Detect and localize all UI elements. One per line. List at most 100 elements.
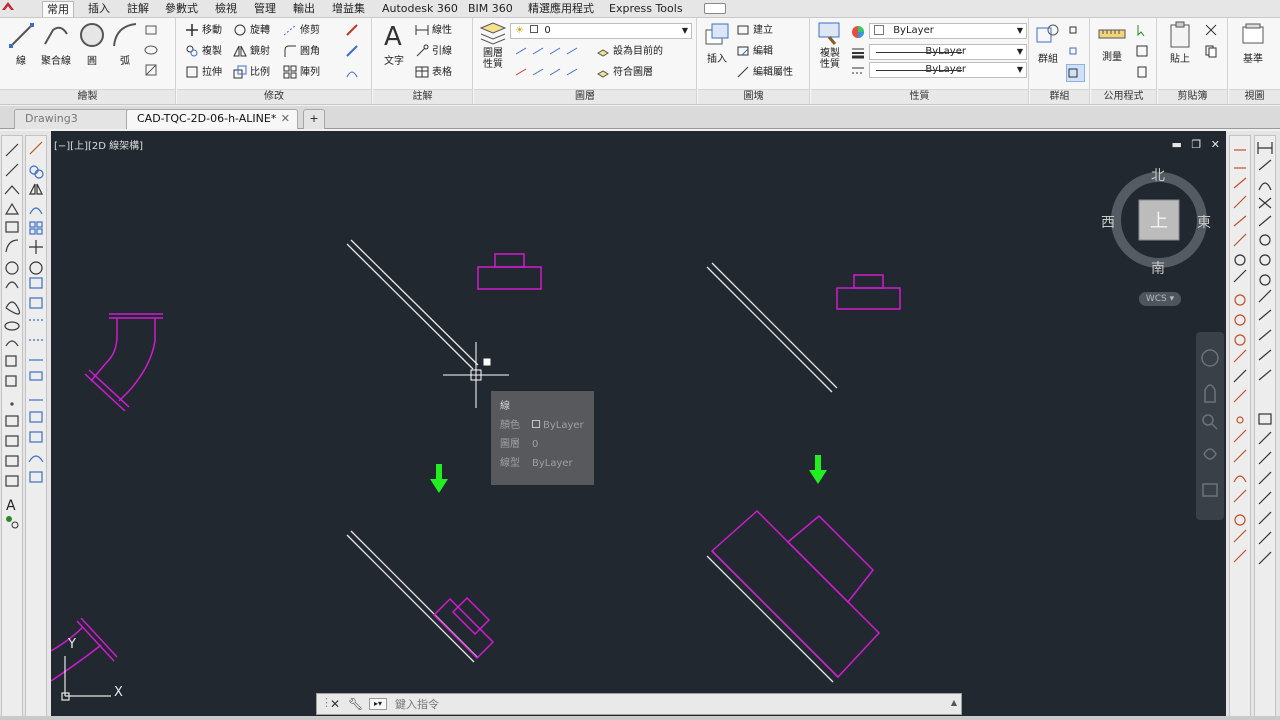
insert-block-button[interactable]: 插入 <box>700 20 734 65</box>
close-icon[interactable]: ✕ <box>330 697 340 711</box>
panel-title-clipboard[interactable]: 剪貼簿 <box>1158 89 1227 104</box>
tab-express-tools[interactable]: Express Tools <box>605 1 687 17</box>
tooltip-color-swatch <box>532 420 540 428</box>
elbow-fitting-1[interactable] <box>84 313 163 412</box>
color-dropdown[interactable]: ByLayer ▼ <box>869 23 1027 39</box>
panel-title-utilities[interactable]: 公用程式 <box>1091 89 1156 104</box>
panel-title-groups[interactable]: 群組 <box>1030 89 1089 104</box>
tab-insert[interactable]: 插入 <box>84 1 114 17</box>
text-button[interactable]: A 文字 <box>377 20 411 67</box>
offset-button[interactable] <box>345 64 362 82</box>
rectangle-button[interactable] <box>144 22 161 40</box>
copy-clip-button[interactable] <box>1204 43 1221 61</box>
select-all-button[interactable] <box>1135 22 1152 40</box>
edit-attributes-button[interactable]: 編輯屬性 <box>736 64 793 82</box>
line-button[interactable]: 線 <box>4 20 38 67</box>
rotate-button[interactable]: 旋轉 <box>233 22 270 40</box>
tab-autodesk360[interactable]: Autodesk 360 <box>378 1 462 17</box>
panel-title-modify[interactable]: 修改 <box>177 89 371 104</box>
base-view-button[interactable]: 基準 <box>1235 20 1271 65</box>
fillet-button[interactable]: 圓角 <box>283 43 320 61</box>
layer-tools-row2[interactable] <box>514 64 582 82</box>
panel-title-block[interactable]: 圖塊 <box>698 89 809 104</box>
panel-title-view[interactable]: 視圖 <box>1229 89 1280 104</box>
ellipse-button[interactable] <box>144 42 161 60</box>
viewcube[interactable]: 北 南 東 西 上 WCS ▾ <box>1101 165 1212 315</box>
layer-properties-button[interactable]: 圖層 性質 <box>476 20 510 70</box>
drawing-canvas[interactable]: [−][上][2D 線架構] ▬ ❐ ✕ Y X 北 南 東 西 上 WCS ▾… <box>51 131 1226 717</box>
flange-symbol-3[interactable] <box>432 596 495 660</box>
group-selection-toggle[interactable] <box>1066 64 1085 82</box>
linetype-dropdown[interactable]: ByLayer ▼ <box>869 62 1027 78</box>
pipe-line-2[interactable] <box>706 262 838 393</box>
match-layer-button[interactable]: 符合圖層 <box>596 64 653 82</box>
panel-title-properties[interactable]: 性質 <box>811 89 1028 104</box>
linear-dimension-button[interactable]: 線性 <box>415 22 452 40</box>
cut-button[interactable] <box>1204 22 1221 40</box>
lineweight-dropdown[interactable]: ByLayer ▼ <box>869 44 1027 60</box>
hatch-button[interactable] <box>144 62 161 80</box>
wcs-menu[interactable]: WCS ▾ <box>1139 292 1181 306</box>
copy-button[interactable]: 複製 <box>185 43 222 61</box>
close-icon[interactable]: ✕ <box>281 110 290 128</box>
panel-title-annotation[interactable]: 註解 <box>373 89 472 104</box>
elbow-fitting-2[interactable] <box>51 617 118 682</box>
flange-symbol-2[interactable] <box>836 274 901 310</box>
leader-button[interactable]: 引線 <box>415 43 452 61</box>
viewcube-top-face[interactable]: 上 <box>1150 207 1168 233</box>
explode-button[interactable] <box>345 43 362 61</box>
tab-view[interactable]: 檢視 <box>211 1 241 17</box>
circle-button[interactable]: 圓 <box>76 20 108 67</box>
doc-tab-active[interactable]: CAD-TQC-2D-06-h-ALINE* ✕ <box>126 109 298 129</box>
set-current-layer-button[interactable]: 設為目前的 <box>596 43 663 61</box>
flange-symbol-4[interactable] <box>710 509 881 679</box>
create-block-button[interactable]: 建立 <box>736 22 773 40</box>
pipe-line-4[interactable] <box>706 550 839 683</box>
wrench-icon[interactable]: 🔧︎ <box>348 697 363 711</box>
pipe-line-1[interactable] <box>346 239 479 370</box>
tab-addins[interactable]: 增益集 <box>328 1 369 17</box>
flange-symbol-1[interactable] <box>477 253 542 290</box>
tab-manage[interactable]: 管理 <box>250 1 280 17</box>
erase-button[interactable] <box>345 22 362 40</box>
tab-parametric[interactable]: 參數式 <box>161 1 202 17</box>
edit-block-button[interactable]: 編輯 <box>736 43 773 61</box>
viewcube-south[interactable]: 南 <box>1151 258 1165 278</box>
quick-calc-button[interactable] <box>1135 43 1152 61</box>
id-point-button[interactable] <box>1135 64 1152 82</box>
application-menu-icon[interactable] <box>0 0 22 14</box>
ungroup-button[interactable] <box>1068 22 1085 40</box>
layer-dropdown[interactable]: ☀ 0 ▼ <box>510 23 692 39</box>
group-button[interactable]: 群組 <box>1032 20 1064 65</box>
tab-annotate[interactable]: 註解 <box>123 1 153 17</box>
viewcube-east[interactable]: 東 <box>1197 212 1211 232</box>
mirror-button[interactable]: 鏡射 <box>233 43 270 61</box>
panel-title-draw[interactable]: 繪製 <box>0 89 175 104</box>
arc-button[interactable]: 弧 <box>110 20 140 67</box>
panel-title-layers[interactable]: 圖層 <box>474 89 696 104</box>
polyline-button[interactable]: 聚合線 <box>38 20 74 67</box>
viewcube-west[interactable]: 西 <box>1101 212 1115 232</box>
tab-output[interactable]: 輸出 <box>289 1 319 17</box>
table-button[interactable]: 表格 <box>415 64 452 82</box>
tab-home[interactable]: 常用 <box>42 1 74 17</box>
new-tab-button[interactable]: + <box>303 109 325 129</box>
chevron-up-icon[interactable]: ▲ <box>951 698 957 707</box>
pipe-line-3[interactable] <box>346 530 479 663</box>
stretch-button[interactable]: 拉伸 <box>185 64 222 82</box>
scale-button[interactable]: 比例 <box>233 64 270 82</box>
paste-button[interactable]: 貼上 <box>1162 20 1198 65</box>
array-button[interactable]: 陣列 <box>283 64 320 82</box>
move-button[interactable]: 移動 <box>185 22 222 40</box>
trim-button[interactable]: 修剪 <box>283 22 320 40</box>
group-edit-button[interactable] <box>1068 43 1085 61</box>
command-input[interactable] <box>383 696 953 713</box>
doc-tab-drawing3[interactable]: Drawing3 <box>14 109 130 129</box>
match-properties-button[interactable]: 複製 性質 <box>813 20 847 70</box>
ribbon-minimize-toggle[interactable] <box>704 3 726 14</box>
tab-bim360[interactable]: BIM 360 <box>464 1 517 17</box>
layer-tools-row1[interactable] <box>514 43 582 61</box>
tab-featured-apps[interactable]: 精選應用程式 <box>524 1 598 17</box>
measure-button[interactable]: 測量 <box>1095 20 1129 63</box>
viewcube-north[interactable]: 北 <box>1151 165 1165 185</box>
